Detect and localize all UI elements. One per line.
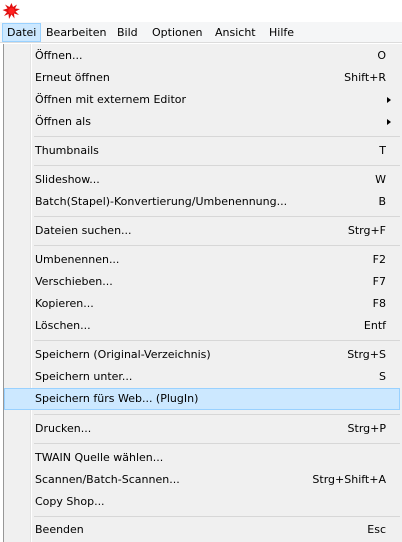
menu-item-verschieben[interactable]: Verschieben... F7 [4,271,402,293]
menu-separator [34,165,400,166]
menu-separator [34,414,400,415]
menu-item-label: Öffnen mit externem Editor [35,93,187,106]
menu-item-drucken[interactable]: Drucken... Strg+P [4,418,402,440]
menu-item-umbenennen[interactable]: Umbenennen... F2 [4,249,402,271]
menu-item-label: Löschen... [35,319,91,332]
menu-item-shortcut: F2 [372,253,386,266]
menu-item-label: TWAIN Quelle wählen... [35,451,164,464]
menu-item-label: Kopieren... [35,297,94,310]
menu-ansicht[interactable]: Ansicht [211,24,260,41]
menu-item-label: Thumbnails [35,144,99,157]
menu-item-scannen[interactable]: Scannen/Batch-Scannen... Strg+Shift+A [4,469,402,491]
menu-item-shortcut: F7 [372,275,386,288]
menu-item-oeffnen-mit-externem-editor[interactable]: Öffnen mit externem Editor [4,89,402,111]
menu-bearbeiten[interactable]: Bearbeiten [42,24,110,41]
submenu-arrow-icon [387,97,391,103]
menu-hilfe[interactable]: Hilfe [265,24,298,41]
menu-item-thumbnails[interactable]: Thumbnails T [4,140,402,162]
menu-item-erneut-oeffnen[interactable]: Erneut öffnen Shift+R [4,67,402,89]
menu-separator [34,340,400,341]
menu-item-oeffnen[interactable]: Öffnen... O [4,45,402,67]
menu-item-copy-shop[interactable]: Copy Shop... [4,491,402,513]
menu-item-label: Scannen/Batch-Scannen... [35,473,180,486]
menu-item-label: Speichern unter... [35,370,133,383]
menu-item-shortcut: Strg+Shift+A [312,473,386,486]
menu-item-label: Verschieben... [35,275,113,288]
menu-item-kopieren[interactable]: Kopieren... F8 [4,293,402,315]
menu-item-label: Speichern fürs Web... (PlugIn) [35,392,199,405]
menu-item-label: Erneut öffnen [35,71,110,84]
submenu-arrow-icon [387,119,391,125]
menu-separator [34,516,400,517]
menu-item-shortcut: F8 [372,297,386,310]
menu-item-label: Speichern (Original-Verzeichnis) [35,348,211,361]
menu-separator [34,216,400,217]
menu-separator [34,245,400,246]
menu-item-label: Umbenennen... [35,253,120,266]
menu-datei[interactable]: Datei [2,23,42,42]
menu-bar: Datei Bearbeiten Bild Optionen Ansicht H… [0,22,402,43]
menu-item-shortcut: Esc [367,523,386,536]
menu-item-shortcut: Entf [363,319,386,332]
menu-item-shortcut: S [379,370,386,383]
menu-separator [34,443,400,444]
menu-item-shortcut: Strg+P [347,422,386,435]
title-bar [0,0,402,22]
menu-item-label: Copy Shop... [35,495,105,508]
menu-item-label: Slideshow... [35,173,100,186]
menu-bild[interactable]: Bild [113,24,142,41]
menu-item-shortcut: Strg+F [347,224,386,237]
menu-item-label: Öffnen als [35,115,91,128]
menu-item-speichern-original[interactable]: Speichern (Original-Verzeichnis) Strg+S [4,344,402,366]
menu-item-label: Dateien suchen... [35,224,132,237]
menu-item-shortcut: W [375,173,386,186]
menu-item-speichern-fuers-web[interactable]: Speichern fürs Web... (PlugIn) [4,388,400,410]
app-icon [2,3,20,19]
menu-item-label: Drucken... [35,422,92,435]
menu-item-shortcut: O [377,49,386,62]
menu-item-label: Beenden [35,523,84,536]
menu-item-label: Batch(Stapel)-Konvertierung/Umbenennung.… [35,195,288,208]
menu-item-shortcut: B [378,195,386,208]
menu-item-shortcut: T [379,144,386,157]
menu-item-shortcut: Strg+S [347,348,386,361]
menu-item-loeschen[interactable]: Löschen... Entf [4,315,402,337]
menu-item-label: Öffnen... [35,49,83,62]
menu-optionen[interactable]: Optionen [148,24,206,41]
menu-item-beenden[interactable]: Beenden Esc [4,519,402,541]
menu-item-twain-quelle[interactable]: TWAIN Quelle wählen... [4,447,402,469]
menu-separator [34,136,400,137]
menu-item-batch-konvertierung[interactable]: Batch(Stapel)-Konvertierung/Umbenennung.… [4,191,402,213]
menu-item-oeffnen-als[interactable]: Öffnen als [4,111,402,133]
datei-dropdown-menu: Öffnen... O Erneut öffnen Shift+R Öffnen… [3,44,402,542]
menu-item-slideshow[interactable]: Slideshow... W [4,169,402,191]
menu-item-dateien-suchen[interactable]: Dateien suchen... Strg+F [4,220,402,242]
menu-item-shortcut: Shift+R [344,71,386,84]
menu-item-speichern-unter[interactable]: Speichern unter... S [4,366,402,388]
